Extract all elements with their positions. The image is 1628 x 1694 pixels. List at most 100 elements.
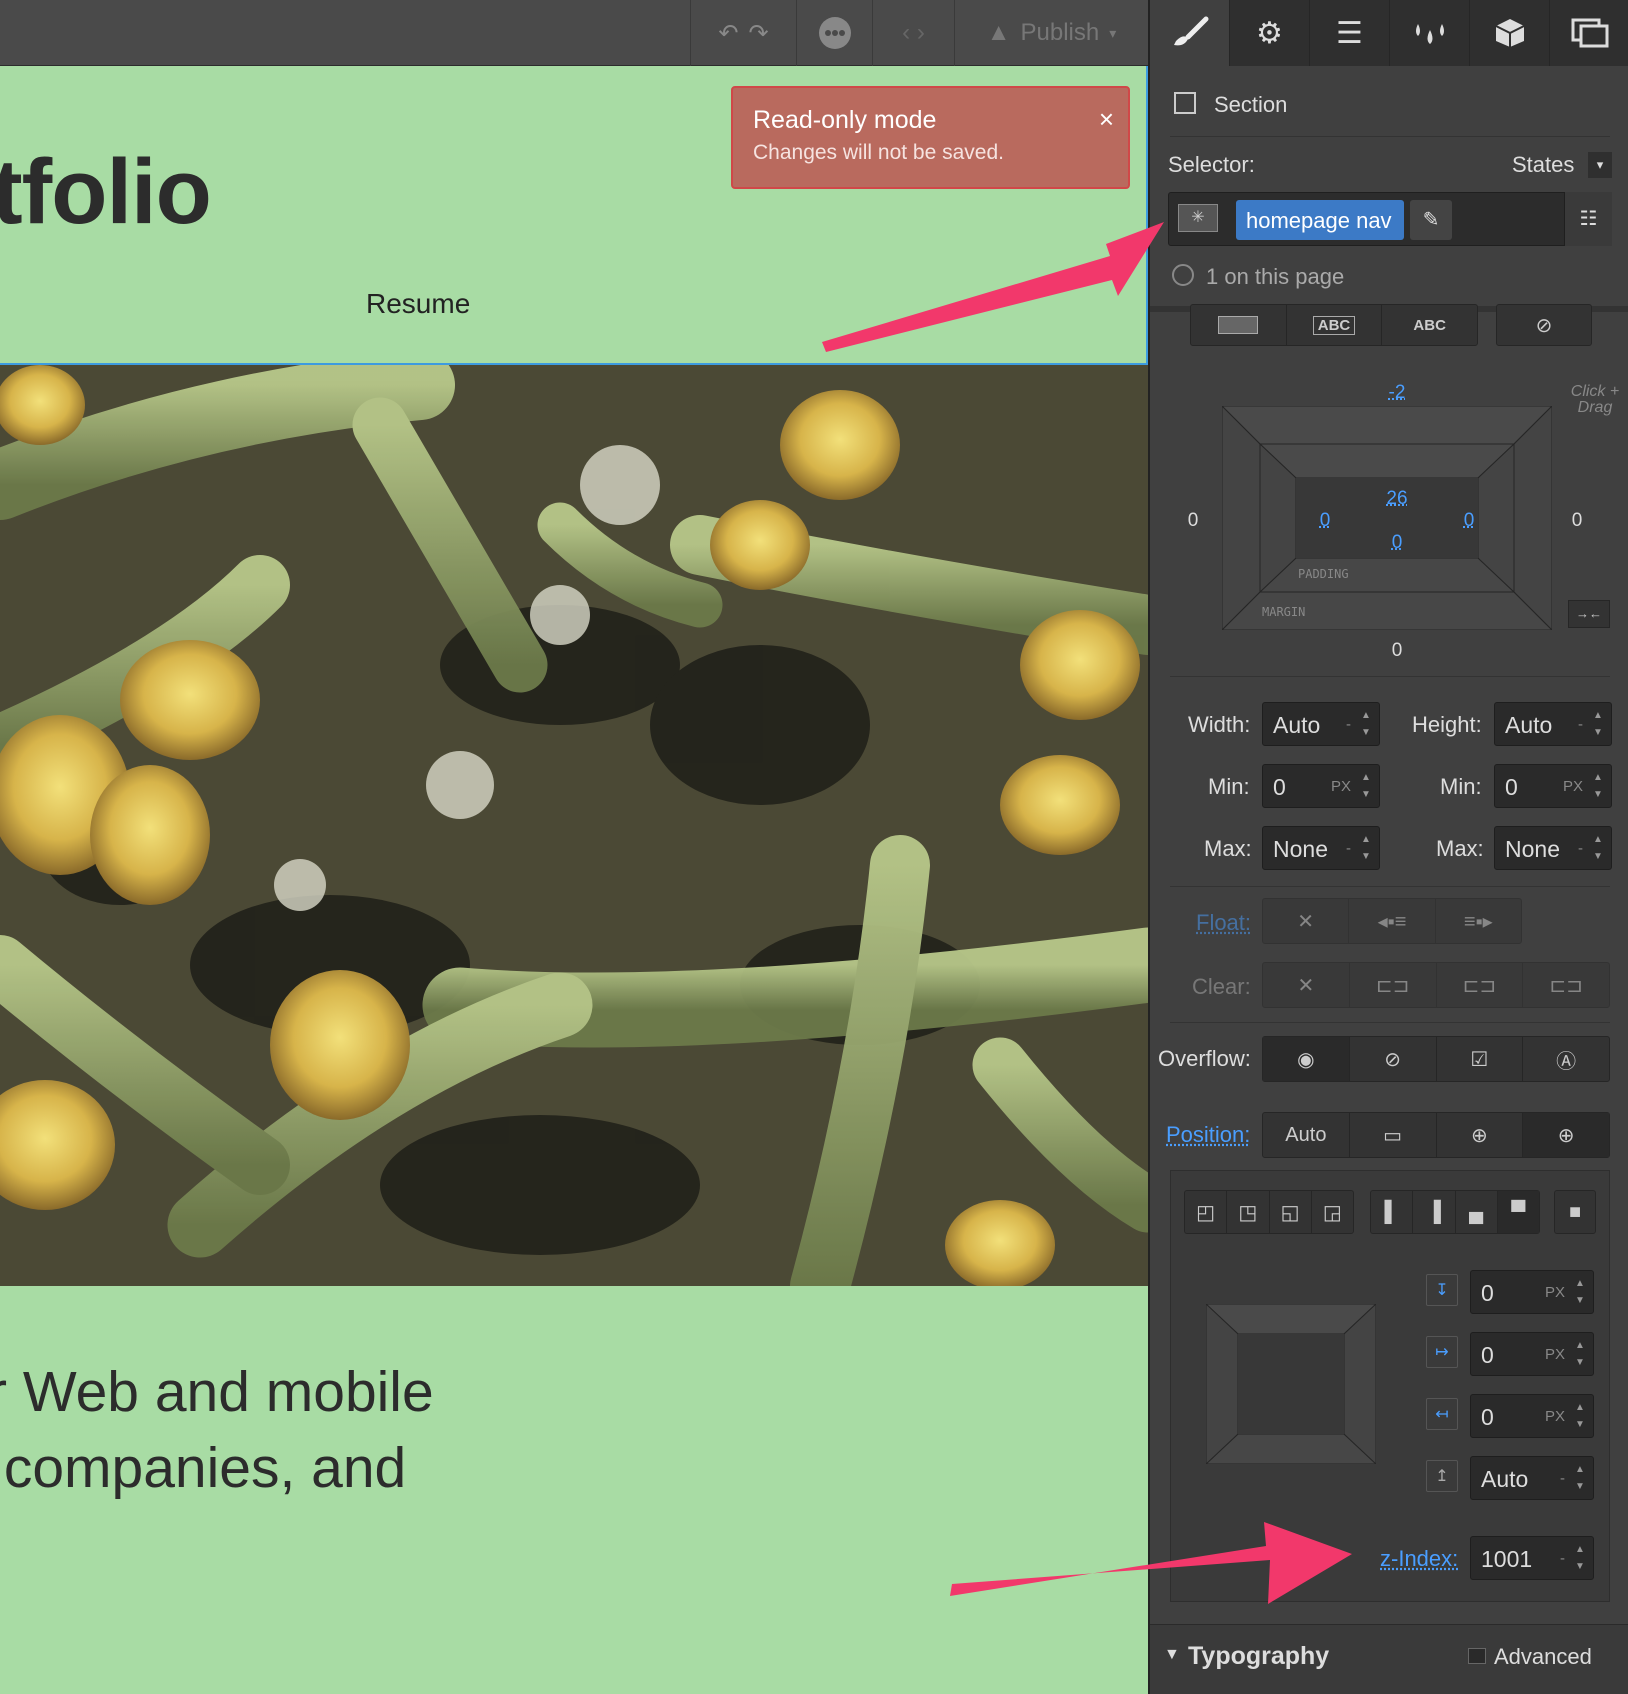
top-right-preset-icon[interactable]: ◳ [1227, 1191, 1270, 1233]
box-icon[interactable] [1470, 0, 1550, 66]
margin-label: MARGIN [1262, 605, 1306, 619]
max-width-input[interactable]: None - ▲ ▼ [1262, 826, 1380, 870]
gear-icon[interactable]: ⚙ [1230, 0, 1310, 66]
padding-bottom-value[interactable]: 0 [1382, 532, 1412, 554]
advanced-toggle-icon[interactable] [1468, 1648, 1486, 1664]
max-width-stepper-icon[interactable]: ▲ ▼ [1357, 831, 1375, 865]
top-offset-value: 0 [1481, 1280, 1494, 1306]
drops-icon[interactable] [1390, 0, 1470, 66]
display-inline-block-option[interactable]: ABC [1287, 305, 1383, 345]
redo-icon[interactable]: ↷ [749, 19, 769, 48]
top-left-preset-icon[interactable]: ◰ [1185, 1191, 1228, 1233]
brush-icon[interactable] [1150, 0, 1230, 66]
overflow-visible-icon[interactable]: ◉ [1263, 1037, 1350, 1081]
zindex-label[interactable]: z-Index: [1380, 1546, 1458, 1572]
overflow-scroll-icon[interactable]: ☑ [1437, 1037, 1524, 1081]
right-offset-stepper-icon[interactable]: ▲ ▼ [1571, 1399, 1589, 1433]
intro-text: r Web and mobile companies, and [0, 1354, 434, 1506]
float-none-icon[interactable]: ✕ [1263, 899, 1350, 943]
position-relative-icon[interactable]: ▭ [1350, 1113, 1437, 1157]
min-width-stepper-icon[interactable]: ▲ ▼ [1357, 769, 1375, 803]
margin-right-value[interactable]: 0 [1562, 510, 1592, 532]
comments-icon[interactable] [796, 0, 872, 66]
padding-top-value[interactable]: 26 [1382, 488, 1412, 510]
full-preset-icon[interactable]: ■ [1554, 1190, 1596, 1234]
collapse-icon[interactable]: ▼ [1164, 1646, 1180, 1664]
width-unit: - [1346, 716, 1351, 733]
design-canvas[interactable]: tfolio Resume r Web and mobile companies… [0, 66, 1148, 1694]
bottom-preset-icon[interactable]: ▄ [1456, 1191, 1498, 1233]
bottom-offset-input[interactable]: Auto - ▲ ▼ [1470, 1456, 1594, 1500]
left-preset-icon[interactable]: ▌ [1371, 1191, 1414, 1233]
undo-redo-group[interactable]: ↶ ↷ [690, 0, 796, 66]
publish-button[interactable]: ▲ Publish ▾ [954, 0, 1148, 66]
close-icon[interactable]: × [1099, 104, 1114, 135]
states-dropdown-icon[interactable]: ▾ [1588, 152, 1612, 178]
zindex-input[interactable]: 1001 - ▲ ▼ [1470, 1536, 1594, 1580]
edit-class-icon[interactable]: ✎ [1410, 200, 1452, 240]
display-block-option[interactable] [1191, 305, 1287, 345]
position-auto-option[interactable]: Auto [1263, 1113, 1350, 1157]
bottom-offset-stepper-icon[interactable]: ▲ ▼ [1571, 1461, 1589, 1495]
code-icon[interactable]: ‹ › [872, 0, 954, 66]
height-label: Height: [1412, 712, 1482, 737]
height-input[interactable]: Auto - ▲ ▼ [1494, 702, 1612, 746]
display-none-option[interactable]: ⊘ [1496, 304, 1592, 346]
top-offset-input[interactable]: 0 PX ▲ ▼ [1470, 1270, 1594, 1314]
bottom-left-preset-icon[interactable]: ◱ [1270, 1191, 1312, 1233]
navigator-icon[interactable]: ☰ [1310, 0, 1390, 66]
padding-left-value[interactable]: 0 [1310, 510, 1340, 532]
states-label[interactable]: States [1512, 152, 1574, 178]
typography-label: Typography [1188, 1642, 1330, 1670]
width-stepper-icon[interactable]: ▲ ▼ [1357, 707, 1375, 741]
bottom-right-preset-icon[interactable]: ◲ [1312, 1191, 1353, 1233]
display-inline-option[interactable]: ABC [1382, 305, 1477, 345]
overflow-auto-icon[interactable]: Ⓐ [1523, 1037, 1609, 1081]
height-value: Auto [1505, 712, 1553, 738]
max-height-input[interactable]: None - ▲ ▼ [1494, 826, 1612, 870]
selector-menu-icon[interactable]: ☷ [1564, 192, 1612, 246]
left-offset-stepper-icon[interactable]: ▲ ▼ [1571, 1337, 1589, 1371]
margin-top-value[interactable]: -2 [1382, 382, 1412, 404]
clear-left-icon[interactable]: ⊏⊐ [1350, 963, 1437, 1007]
class-tag[interactable]: homepage nav [1236, 200, 1404, 240]
max-height-stepper-icon[interactable]: ▲ ▼ [1589, 831, 1607, 865]
advanced-label[interactable]: Advanced [1494, 1644, 1592, 1670]
notice-title: Read-only mode [753, 106, 937, 134]
float-right-icon[interactable]: ≡▪▸ [1436, 899, 1521, 943]
padding-right-value[interactable]: 0 [1454, 510, 1484, 532]
top-offset-stepper-icon[interactable]: ▲ ▼ [1571, 1275, 1589, 1309]
reset-spacing-icon[interactable]: →← [1568, 600, 1610, 628]
position-label[interactable]: Position: [1166, 1122, 1250, 1148]
clear-right-icon[interactable]: ⊏⊐ [1437, 963, 1524, 1007]
nav-link-resume[interactable]: Resume [366, 288, 470, 320]
margin-bottom-value[interactable]: 0 [1382, 640, 1412, 662]
clear-none-icon[interactable]: ✕ [1263, 963, 1350, 1007]
right-preset-icon[interactable]: ▐ [1413, 1191, 1456, 1233]
assets-icon[interactable] [1550, 0, 1628, 66]
right-offset-input[interactable]: 0 PX ▲ ▼ [1470, 1394, 1594, 1438]
box-model-diagram[interactable] [1222, 406, 1552, 630]
float-left-icon[interactable]: ◂▪≡ [1349, 899, 1436, 943]
position-absolute-icon[interactable]: ⊕ [1437, 1113, 1524, 1157]
clear-both-icon[interactable]: ⊏⊐ [1523, 963, 1609, 1007]
position-fixed-icon[interactable]: ⊕ [1523, 1113, 1609, 1157]
position-auto-label: Auto [1285, 1123, 1327, 1146]
element-type-label: Section [1214, 92, 1288, 117]
undo-icon[interactable]: ↶ [718, 19, 738, 48]
width-input[interactable]: Auto - ▲ ▼ [1262, 702, 1380, 746]
corner-presets: ◰ ◳ ◱ ◲ [1184, 1190, 1354, 1234]
min-width-input[interactable]: 0 PX ▲ ▼ [1262, 764, 1380, 808]
overflow-hidden-icon[interactable]: ⊘ [1350, 1037, 1437, 1081]
min-height-input[interactable]: 0 PX ▲ ▼ [1494, 764, 1612, 808]
height-stepper-icon[interactable]: ▲ ▼ [1589, 707, 1607, 741]
top-preset-icon[interactable]: ▀ [1497, 1191, 1539, 1233]
min-height-stepper-icon[interactable]: ▲ ▼ [1589, 769, 1607, 803]
notice-message: Changes will not be saved. [753, 141, 1004, 164]
eye-slash-icon: ⊘ [1535, 314, 1553, 337]
selector-label: Selector: [1168, 152, 1255, 177]
left-offset-input[interactable]: 0 PX ▲ ▼ [1470, 1332, 1594, 1376]
margin-left-value[interactable]: 0 [1178, 510, 1208, 532]
zindex-stepper-icon[interactable]: ▲ ▼ [1571, 1541, 1589, 1575]
float-label[interactable]: Float: [1196, 910, 1251, 936]
